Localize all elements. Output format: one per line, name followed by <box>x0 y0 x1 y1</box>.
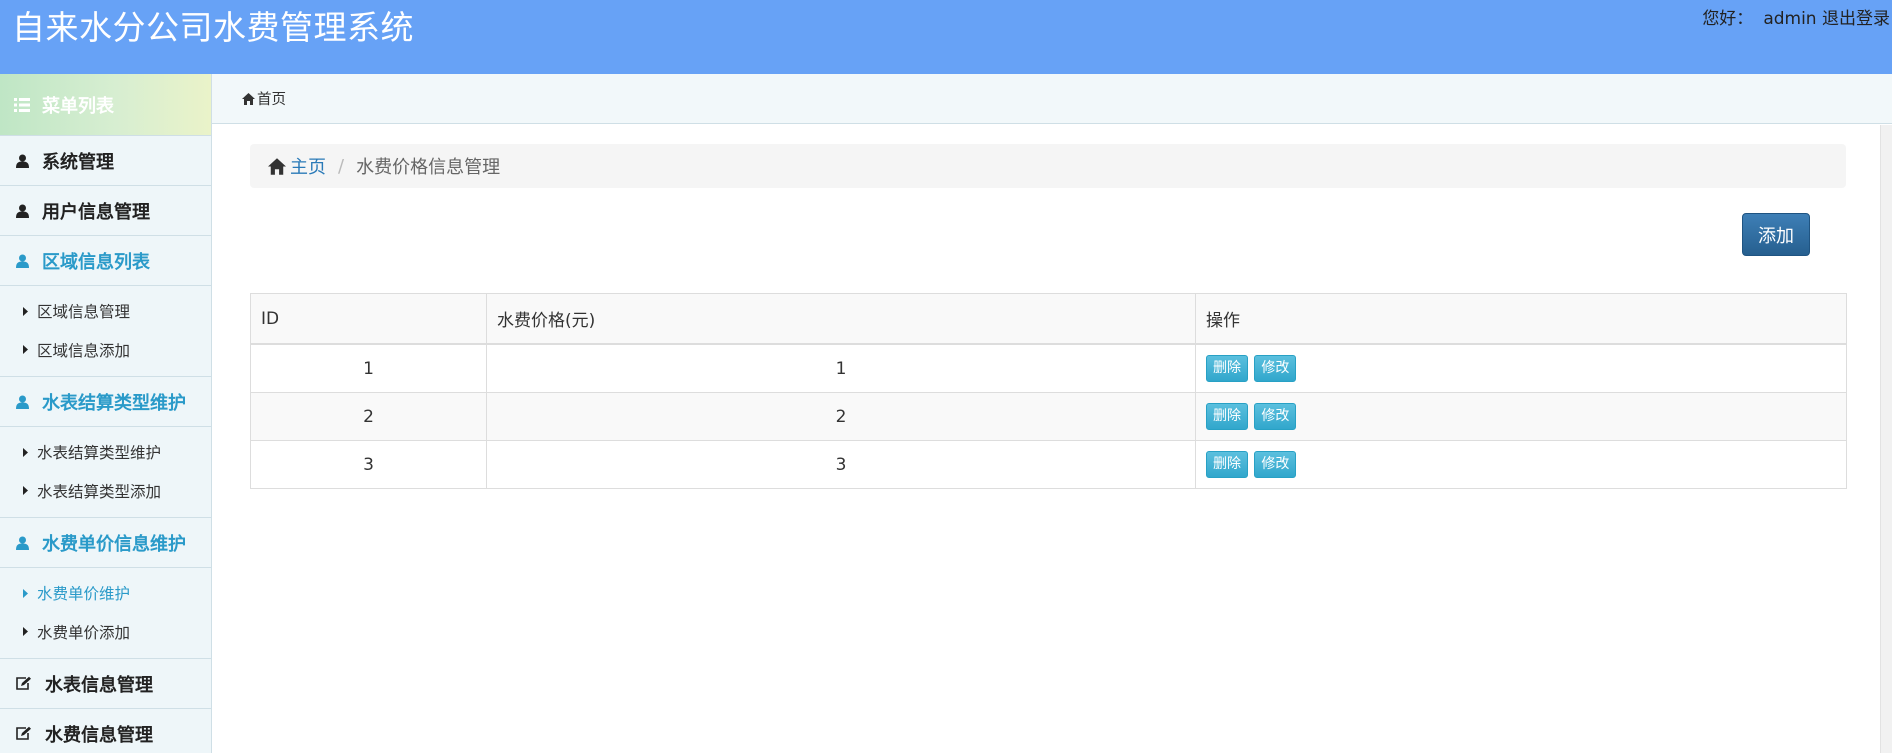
vertical-scrollbar[interactable] <box>1880 125 1892 753</box>
sidebar-item-region-add[interactable]: 区域信息添加 <box>0 331 211 370</box>
table-row: 1 1 删除 修改 <box>250 343 1847 393</box>
greeting-text: 您好： <box>1702 9 1754 29</box>
edit-button[interactable]: 修改 <box>1254 355 1297 382</box>
cell-actions: 删除 修改 <box>1195 440 1847 489</box>
column-header-actions: 操作 <box>1195 293 1847 345</box>
menu-group-region[interactable]: 区域信息列表 <box>0 236 211 286</box>
list-icon <box>14 97 30 112</box>
menu-group-system[interactable]: 系统管理 <box>0 136 211 186</box>
user-icon <box>14 154 30 168</box>
caret-right-icon <box>23 447 28 457</box>
menu-group-label: 水表结算类型维护 <box>42 392 186 414</box>
sidebar-item-settlement-add[interactable]: 水表结算类型添加 <box>0 472 211 511</box>
user-icon <box>14 254 30 268</box>
caret-right-icon <box>23 588 28 598</box>
table-row: 2 2 删除 修改 <box>250 392 1847 441</box>
top-nav-bar: 首页 <box>212 74 1892 124</box>
menu-group-unit-price[interactable]: 水费单价信息维护 <box>0 518 211 568</box>
tab-home[interactable]: 首页 <box>257 88 286 109</box>
user-icon <box>14 395 30 409</box>
submenu-meter-settlement: 水表结算类型维护 水表结算类型添加 <box>0 427 211 518</box>
cell-id: 1 <box>250 343 487 393</box>
top-header: 自来水分公司水费管理系统 您好： admin 退出登录 <box>0 0 1892 74</box>
sidebar-item-label: 区域信息管理 <box>37 303 131 322</box>
edit-button[interactable]: 修改 <box>1254 403 1297 430</box>
edit-icon <box>14 676 32 691</box>
user-icon <box>14 536 30 550</box>
delete-button[interactable]: 删除 <box>1206 403 1248 430</box>
cell-actions: 删除 修改 <box>1195 392 1847 441</box>
edit-icon <box>14 726 32 741</box>
sidebar-item-region-manage[interactable]: 区域信息管理 <box>0 292 211 331</box>
submenu-unit-price: 水费单价维护 水费单价添加 <box>0 568 211 659</box>
sidebar-item-unit-price-manage[interactable]: 水费单价维护 <box>0 574 211 613</box>
table-header-row: ID 水费价格(元) 操作 <box>250 293 1847 345</box>
cell-id: 3 <box>250 440 487 489</box>
username: admin <box>1763 9 1817 29</box>
breadcrumb-current: 水费价格信息管理 <box>356 157 501 178</box>
sidebar-item-settlement-manage[interactable]: 水表结算类型维护 <box>0 433 211 472</box>
sidebar-item-label: 水费单价维护 <box>37 585 131 604</box>
submenu-region: 区域信息管理 区域信息添加 <box>0 286 211 377</box>
menu-group-meter-settlement[interactable]: 水表结算类型维护 <box>0 377 211 427</box>
sidebar-item-label: 区域信息添加 <box>37 341 131 360</box>
menu-group-meter-info[interactable]: 水表信息管理 <box>0 659 211 709</box>
user-icon <box>14 204 30 218</box>
sidebar-item-label: 水费单价添加 <box>37 623 131 642</box>
menu-group-fee-info[interactable]: 水费信息管理 <box>0 709 211 753</box>
sidebar-item-unit-price-add[interactable]: 水费单价添加 <box>0 613 211 652</box>
menu-group-label: 水费单价信息维护 <box>42 533 186 555</box>
menu-group-label: 系统管理 <box>42 151 114 173</box>
home-icon <box>242 92 255 105</box>
logout-link[interactable]: 退出登录 <box>1822 9 1890 29</box>
app-title: 自来水分公司水费管理系统 <box>12 8 414 47</box>
cell-price: 1 <box>486 343 1196 393</box>
menu-group-user-info[interactable]: 用户信息管理 <box>0 186 211 236</box>
breadcrumb-home-label: 主页 <box>290 157 326 178</box>
table-row: 3 3 删除 修改 <box>250 440 1847 489</box>
menu-group-label: 用户信息管理 <box>42 201 150 223</box>
cell-id: 2 <box>250 392 487 441</box>
add-button[interactable]: 添加 <box>1742 213 1810 256</box>
price-table: ID 水费价格(元) 操作 1 1 删除 修改 2 2 删除 修改 3 3 删除… <box>250 293 1847 489</box>
cell-actions: 删除 修改 <box>1195 343 1847 393</box>
cell-price: 2 <box>486 392 1196 441</box>
delete-button[interactable]: 删除 <box>1206 355 1248 382</box>
menu-group-label: 区域信息列表 <box>42 251 150 273</box>
menu-group-label: 水费信息管理 <box>45 724 153 746</box>
sidebar-item-label: 水表结算类型维护 <box>37 444 162 463</box>
cell-price: 3 <box>486 440 1196 489</box>
breadcrumb: 主页 / 水费价格信息管理 <box>250 144 1846 188</box>
caret-right-icon <box>23 627 28 637</box>
breadcrumb-separator: / <box>338 155 345 177</box>
home-icon <box>268 157 286 175</box>
column-header-price: 水费价格(元) <box>486 293 1196 345</box>
delete-button[interactable]: 删除 <box>1206 451 1248 478</box>
main-content: 主页 / 水费价格信息管理 添加 ID 水费价格(元) 操作 1 1 删除 修改 <box>212 125 1880 753</box>
sidebar: 菜单列表 系统管理 用户信息管理 区域信息列表 区域信息管理 区域信息添加 水表… <box>0 74 212 753</box>
sidebar-item-label: 水表结算类型添加 <box>37 482 162 501</box>
caret-right-icon <box>23 306 28 316</box>
caret-right-icon <box>23 345 28 355</box>
edit-button[interactable]: 修改 <box>1254 451 1297 478</box>
column-header-id: ID <box>250 293 487 345</box>
caret-right-icon <box>23 486 28 496</box>
user-area: 您好： admin 退出登录 <box>1702 8 1890 30</box>
sidebar-header: 菜单列表 <box>0 74 211 136</box>
menu-group-label: 水表信息管理 <box>45 674 153 696</box>
breadcrumb-home-link[interactable]: 主页 <box>268 153 326 179</box>
sidebar-title: 菜单列表 <box>42 95 114 117</box>
